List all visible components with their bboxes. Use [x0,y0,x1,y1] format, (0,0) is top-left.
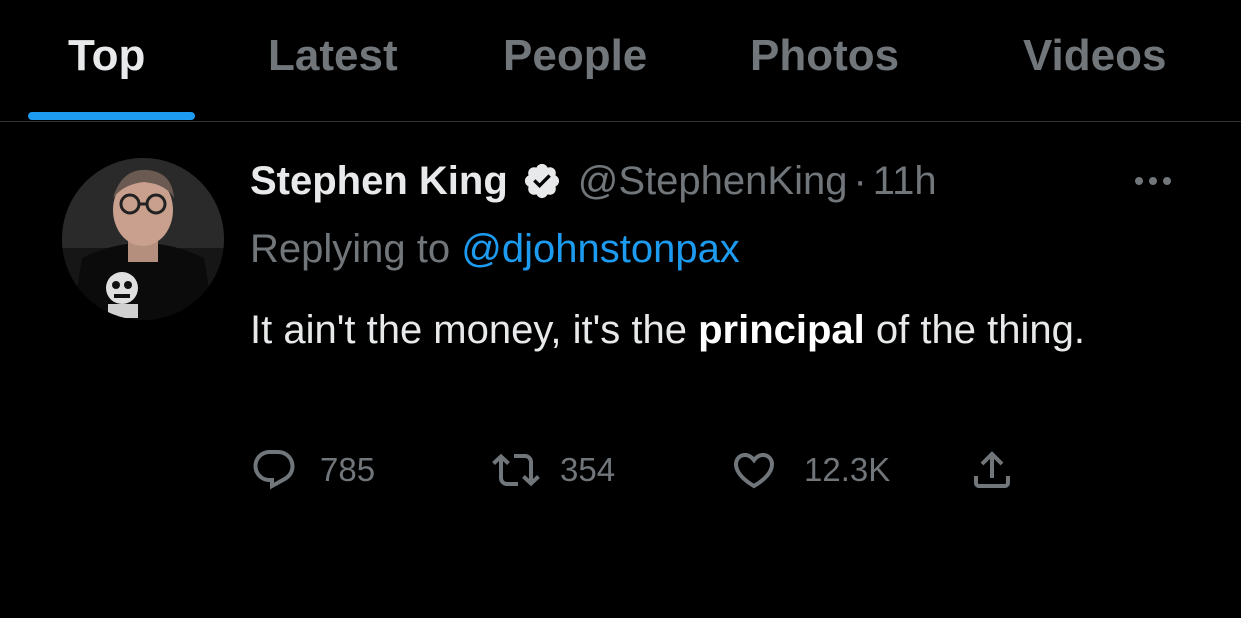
tab-latest[interactable]: Latest [268,28,398,84]
like-count: 12.3K [804,451,891,488]
tab-photos[interactable]: Photos [750,28,899,84]
verified-badge-icon [522,161,562,201]
retweet-button[interactable]: 354 [488,444,615,496]
avatar-portrait [62,158,224,320]
reply-count: 785 [320,451,376,488]
user-handle[interactable]: @StephenKing [578,159,848,204]
tweet-text-end: of the thing. [864,308,1085,352]
tweet-text: It ain't the money, it's the principal o… [250,300,1210,360]
avatar[interactable] [62,158,224,320]
replying-to-label: Replying to [250,227,462,271]
display-name[interactable]: Stephen King [250,159,508,204]
more-dots-icon[interactable] [1128,166,1178,196]
share-icon [968,446,1016,494]
tab-people[interactable]: People [503,28,647,84]
retweet-icon [488,446,544,494]
active-tab-indicator [28,112,195,120]
share-button[interactable] [968,444,1016,496]
search-tabs: Top Latest People Photos Videos [0,0,1241,122]
timestamp[interactable]: 11h [873,159,937,204]
replying-to-handle[interactable]: @djohnstonpax [461,227,740,271]
separator-dot: · [853,158,867,203]
tab-top[interactable]: Top [68,28,145,84]
tweet-header: Stephen King @StephenKing · 11h [250,154,937,208]
heart-icon [730,446,778,494]
replying-to: Replying to @djohnstonpax [250,222,740,276]
reply-button[interactable]: 785 [250,444,375,496]
tweet-text-start: It ain't the money, it's the [250,308,699,352]
tab-videos[interactable]: Videos [1023,28,1166,84]
reply-bubble-icon [250,446,298,494]
retweet-count: 354 [560,451,616,488]
tweet-text-bold: principal [698,308,865,352]
like-button[interactable]: 12.3K [730,444,890,496]
